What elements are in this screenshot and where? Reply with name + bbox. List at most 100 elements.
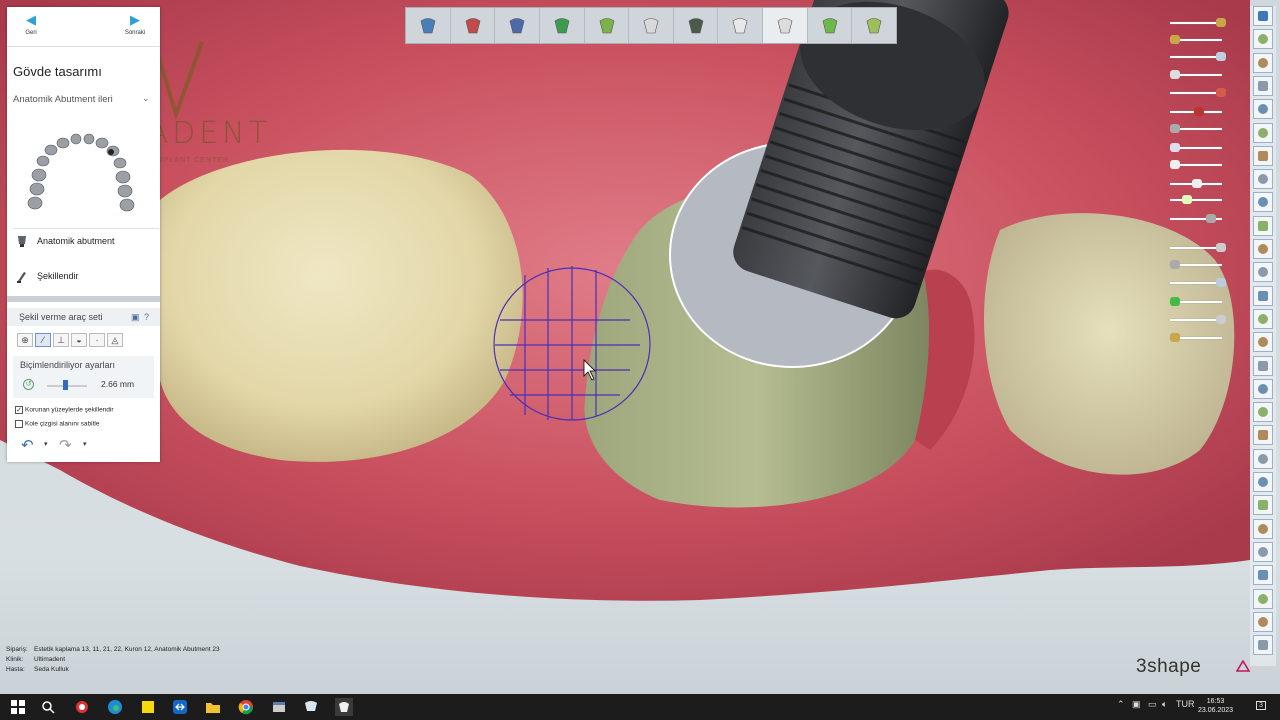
checkbox-unchecked[interactable] bbox=[15, 420, 23, 428]
visibility-slider[interactable] bbox=[1166, 333, 1228, 343]
object-thumb-icon[interactable] bbox=[1170, 35, 1180, 44]
visibility-slider[interactable] bbox=[1166, 195, 1228, 205]
visibility-slider[interactable] bbox=[1166, 297, 1228, 307]
windows-start-icon[interactable] bbox=[8, 697, 28, 717]
slider-track[interactable] bbox=[1170, 92, 1222, 94]
cursor-button[interactable] bbox=[1253, 541, 1273, 562]
battery-icon[interactable]: ▭ bbox=[1148, 699, 1157, 710]
object-thumb-icon[interactable] bbox=[1192, 179, 1202, 188]
dental-designer-icon[interactable] bbox=[334, 697, 354, 717]
info-button[interactable] bbox=[1253, 355, 1273, 376]
toolset-view-icon[interactable]: ▣ bbox=[131, 312, 140, 323]
object-thumb-icon[interactable] bbox=[1170, 70, 1180, 79]
volume-icon[interactable]: 🔈︎ bbox=[1162, 699, 1167, 710]
file-explorer-icon[interactable] bbox=[203, 697, 223, 717]
workflow-step-2[interactable] bbox=[451, 8, 496, 43]
area-tool-icon[interactable]: ◬ bbox=[107, 333, 123, 347]
workflow-step-11[interactable] bbox=[852, 8, 896, 43]
slider-thumb[interactable] bbox=[63, 380, 68, 390]
collapse-icon[interactable]: ⌄ bbox=[142, 93, 150, 104]
plus-button[interactable] bbox=[1253, 518, 1273, 539]
warning-button[interactable] bbox=[1253, 402, 1273, 423]
morph-tool-icon[interactable]: ◒ bbox=[71, 333, 87, 347]
back-button[interactable]: ◀ Geri bbox=[11, 11, 51, 45]
visibility-slider[interactable] bbox=[1166, 278, 1228, 288]
visibility-slider[interactable] bbox=[1166, 260, 1228, 270]
bridge-button[interactable] bbox=[1253, 635, 1273, 656]
workflow-step-6[interactable] bbox=[629, 8, 674, 43]
visibility-slider[interactable] bbox=[1166, 179, 1228, 189]
3d-viewport[interactable] bbox=[0, 0, 1280, 694]
workflow-step-7[interactable] bbox=[674, 8, 719, 43]
view-front-button[interactable] bbox=[1253, 29, 1273, 50]
slider-track[interactable] bbox=[1170, 247, 1222, 249]
crown-button[interactable] bbox=[1253, 611, 1273, 632]
visibility-slider[interactable] bbox=[1166, 70, 1228, 80]
3shape-app-icon[interactable] bbox=[301, 697, 321, 717]
ruler-button[interactable] bbox=[1253, 192, 1273, 213]
text-button[interactable] bbox=[1253, 332, 1273, 353]
object-thumb-icon[interactable] bbox=[1182, 195, 1192, 204]
stack-button[interactable] bbox=[1253, 262, 1273, 283]
graduation-button[interactable] bbox=[1253, 75, 1273, 96]
camera-button[interactable] bbox=[1253, 565, 1273, 586]
object-thumb-icon[interactable] bbox=[1216, 278, 1226, 287]
camera-button[interactable] bbox=[1253, 239, 1273, 259]
tray-app-icon[interactable]: ▣ bbox=[1132, 699, 1141, 710]
slider-track[interactable] bbox=[1170, 319, 1222, 321]
tooth-thumb-button[interactable] bbox=[1253, 285, 1273, 306]
smooth-brush-icon[interactable]: ⁄ bbox=[35, 333, 51, 347]
object-thumb-icon[interactable] bbox=[1216, 18, 1226, 27]
visibility-slider[interactable] bbox=[1166, 35, 1228, 45]
visibility-slider[interactable] bbox=[1166, 143, 1228, 153]
object-thumb-icon[interactable] bbox=[1170, 124, 1180, 133]
object-thumb-icon[interactable] bbox=[1170, 160, 1180, 169]
visibility-slider[interactable] bbox=[1166, 315, 1228, 325]
tooth-arch-thumbnail[interactable] bbox=[13, 117, 159, 229]
object-thumb-icon[interactable] bbox=[1206, 214, 1216, 223]
undo-icon[interactable]: ↶ bbox=[21, 436, 34, 454]
visibility-slider[interactable] bbox=[1166, 214, 1228, 224]
object-thumb-icon[interactable] bbox=[1216, 52, 1226, 61]
workflow-step-1[interactable] bbox=[406, 8, 451, 43]
object-thumb-icon[interactable] bbox=[1194, 107, 1204, 116]
checkbox-protected-surfaces[interactable]: ✓ Korunan yüzeylerde şekillendir bbox=[15, 406, 114, 414]
push-tool-icon[interactable]: ∙ bbox=[89, 333, 105, 347]
visibility-slider[interactable] bbox=[1166, 243, 1228, 253]
slider-track[interactable] bbox=[1170, 282, 1222, 284]
object-thumb-icon[interactable] bbox=[1170, 143, 1180, 152]
help-icon[interactable]: ? bbox=[144, 312, 149, 322]
object-thumb-icon[interactable] bbox=[1170, 260, 1180, 269]
slider-track[interactable] bbox=[1170, 199, 1222, 201]
object-thumb-icon[interactable] bbox=[1216, 88, 1226, 97]
workflow-step-10[interactable] bbox=[808, 8, 853, 43]
object-thumb-icon[interactable] bbox=[1170, 297, 1180, 306]
reset-icon[interactable]: ↺ bbox=[23, 379, 34, 390]
visibility-slider[interactable] bbox=[1166, 124, 1228, 134]
leaf-button[interactable] bbox=[1253, 308, 1273, 329]
slider-track[interactable] bbox=[1170, 22, 1222, 24]
task-view-icon[interactable] bbox=[72, 697, 92, 717]
workflow-step-3[interactable] bbox=[495, 8, 540, 43]
color-button[interactable] bbox=[1253, 472, 1273, 492]
pencil-button[interactable] bbox=[1253, 215, 1273, 236]
checkbox-fix-margin[interactable]: Kole çizgisi alanını sabitle bbox=[15, 420, 99, 428]
list-item-shape[interactable]: Şekillendir bbox=[7, 262, 160, 292]
teeth-button[interactable] bbox=[1253, 495, 1273, 516]
gear-button[interactable] bbox=[1253, 448, 1273, 469]
app-window-icon[interactable] bbox=[269, 697, 289, 717]
window-button[interactable] bbox=[1253, 145, 1273, 166]
clock[interactable]: 16:53 23.06.2023 bbox=[1198, 697, 1233, 715]
workflow-step-5[interactable] bbox=[585, 8, 630, 43]
workflow-step-9[interactable] bbox=[763, 8, 808, 43]
visibility-slider[interactable] bbox=[1166, 160, 1228, 170]
list-item-anatomic-abutment[interactable]: Anatomik abutment bbox=[7, 227, 160, 257]
object-thumb-icon[interactable] bbox=[1216, 243, 1226, 252]
chrome-icon[interactable] bbox=[236, 697, 256, 717]
edge-icon[interactable] bbox=[105, 697, 125, 717]
tray-chevron-icon[interactable]: ⌃ bbox=[1117, 699, 1125, 710]
teamviewer-icon[interactable] bbox=[170, 697, 190, 717]
slider-track[interactable] bbox=[1170, 56, 1222, 58]
palette-button[interactable] bbox=[1253, 588, 1273, 609]
close-button[interactable] bbox=[1253, 6, 1273, 26]
